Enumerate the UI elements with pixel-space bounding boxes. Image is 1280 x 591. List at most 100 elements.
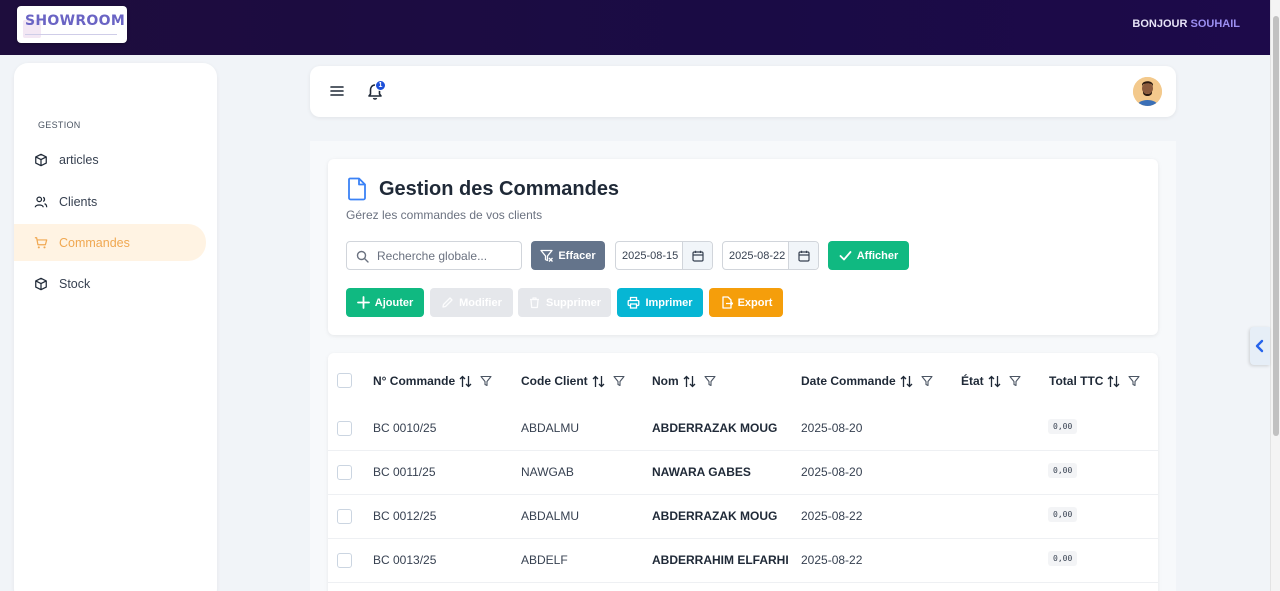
calendar-icon [691, 250, 704, 262]
sidebar-item-articles[interactable]: articles [14, 141, 206, 178]
column-label: Code Client [521, 374, 588, 388]
filter-icon[interactable] [480, 375, 492, 387]
delete-label: Supprimer [545, 296, 601, 309]
sidebar-section-label: GESTION [38, 120, 81, 130]
check-icon [839, 251, 852, 261]
table-row[interactable]: BC 0010/25 ABDALMU ABDERRAZAK MOUG 2025-… [328, 407, 1158, 451]
row-checkbox[interactable] [337, 421, 352, 436]
page-scrollbar[interactable] [1270, 0, 1280, 591]
column-header-numero[interactable]: N° Commande [373, 374, 492, 388]
sort-icon[interactable] [1107, 375, 1120, 388]
row-checkbox[interactable] [337, 553, 352, 568]
date-to-field[interactable]: 2025-08-22 [722, 241, 819, 270]
collapse-panel-tab[interactable] [1250, 327, 1270, 365]
sort-icon[interactable] [592, 375, 605, 388]
logo[interactable]: SHOWROOM [17, 6, 127, 43]
page-subtitle: Gérez les commandes de vos clients [346, 208, 543, 222]
print-label: Imprimer [645, 296, 693, 309]
page-title: Gestion des Commandes [379, 178, 620, 200]
trash-icon [529, 297, 539, 309]
logo-underline [25, 34, 117, 35]
select-all-checkbox[interactable] [337, 373, 352, 388]
search-input[interactable] [377, 247, 517, 265]
cell-total: 0,00 [1048, 463, 1078, 478]
cell-total: 0,00 [1048, 551, 1078, 566]
cube-icon [35, 153, 47, 166]
search-icon [356, 250, 369, 263]
chevron-left-icon [1255, 339, 1264, 353]
column-header-nom[interactable]: Nom [652, 374, 716, 388]
row-checkbox[interactable] [337, 509, 352, 524]
sidebar-item-commandes[interactable]: Commandes [14, 224, 206, 261]
cell-code-client: ABDALMU [521, 421, 580, 435]
export-button[interactable]: Export [709, 288, 783, 317]
header-bar: 1 [310, 66, 1176, 117]
column-label: État [961, 374, 984, 388]
sidebar-item-label: Clients [59, 194, 98, 209]
pencil-icon [442, 297, 453, 308]
date-from-picker-button[interactable] [682, 242, 712, 269]
date-from-field[interactable]: 2025-08-15 [615, 241, 713, 270]
scrollbar-thumb[interactable] [1273, 16, 1279, 436]
row-checkbox[interactable] [337, 465, 352, 480]
column-label: Total TTC [1049, 374, 1104, 388]
search-field[interactable] [346, 241, 522, 270]
column-label: Date Commande [801, 374, 896, 388]
table-header: N° Commande Code Client Nom Date Command… [328, 353, 1158, 409]
add-label: Ajouter [374, 296, 414, 309]
clear-filters-button[interactable]: Effacer [531, 241, 605, 270]
commandes-panel: Gestion des Commandes Gérez les commande… [328, 159, 1158, 335]
sort-icon[interactable] [683, 375, 696, 388]
edit-button[interactable]: Modifier [430, 288, 513, 317]
cell-numero: BC 0013/25 [373, 553, 437, 567]
column-header-etat[interactable]: État [961, 374, 1021, 388]
sidebar-item-clients[interactable]: Clients [14, 183, 206, 220]
avatar-image [1133, 77, 1162, 106]
filter-icon[interactable] [1009, 375, 1021, 387]
show-button[interactable]: Afficher [828, 241, 909, 270]
cart-icon [34, 236, 48, 248]
sidebar: GESTION articles Clients Commandes Stock [14, 63, 217, 591]
cell-nom: ABDERRAHIM ELFARHI [652, 553, 789, 567]
sort-icon[interactable] [900, 375, 913, 388]
cell-code-client: ABDELF [521, 553, 568, 567]
sidebar-item-label: Commandes [59, 235, 130, 250]
column-header-date[interactable]: Date Commande [801, 374, 933, 388]
notification-badge: 1 [375, 80, 386, 91]
sort-icon[interactable] [459, 375, 472, 388]
add-button[interactable]: Ajouter [346, 288, 424, 317]
filter-icon[interactable] [921, 375, 933, 387]
date-to-value: 2025-08-22 [729, 250, 786, 262]
sort-icon[interactable] [988, 375, 1001, 388]
sidebar-item-label: Stock [59, 276, 91, 291]
avatar[interactable] [1133, 77, 1162, 106]
file-export-icon [721, 296, 733, 309]
filter-off-icon [540, 249, 554, 262]
hamburger-menu-icon[interactable] [330, 84, 344, 98]
cell-total: 0,00 [1048, 507, 1078, 522]
calendar-icon [797, 250, 810, 262]
cube-icon [35, 277, 47, 290]
table-row[interactable]: BC 0012/25 ABDALMU ABDERRAZAK MOUG 2025-… [328, 495, 1158, 539]
cell-total: 0,00 [1048, 419, 1078, 434]
printer-icon [628, 296, 640, 309]
delete-button[interactable]: Supprimer [518, 288, 611, 317]
user-greeting: BONJOUR SOUHAIL [1132, 18, 1240, 30]
column-header-code-client[interactable]: Code Client [521, 374, 625, 388]
filter-icon[interactable] [1128, 375, 1140, 387]
cell-date: 2025-08-20 [801, 421, 863, 435]
table-row[interactable]: BC 0013/25 ABDELF ABDERRAHIM ELFARHI 202… [328, 539, 1158, 583]
plus-icon [356, 296, 370, 309]
sidebar-item-stock[interactable]: Stock [14, 265, 206, 302]
date-to-picker-button[interactable] [788, 242, 818, 269]
filter-icon[interactable] [613, 375, 625, 387]
export-label: Export [737, 296, 773, 309]
print-button[interactable]: Imprimer [617, 288, 703, 317]
filter-icon[interactable] [704, 375, 716, 387]
cell-date: 2025-08-20 [801, 465, 863, 479]
column-label: Nom [652, 374, 679, 388]
cell-code-client: ABDALMU [521, 509, 580, 523]
table-row[interactable]: BC 0011/25 NAWGAB NAWARA GABES 2025-08-2… [328, 451, 1158, 495]
cell-date: 2025-08-22 [801, 509, 863, 523]
column-header-total[interactable]: Total TTC [1049, 374, 1140, 388]
